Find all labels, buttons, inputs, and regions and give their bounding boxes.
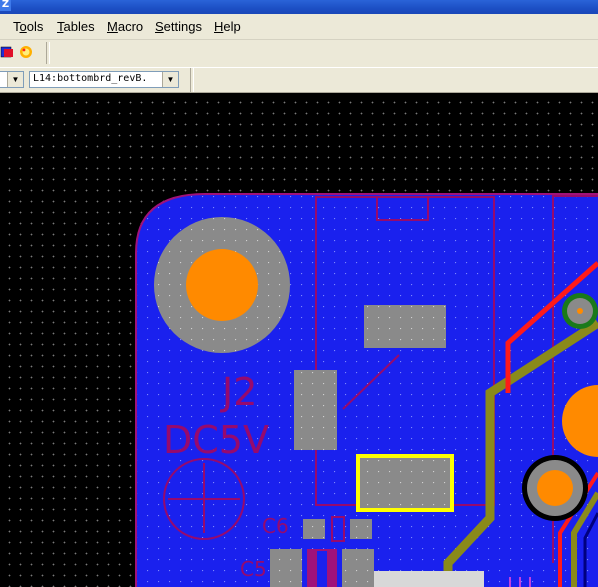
j2-pad-2 bbox=[294, 370, 337, 450]
j2-value-label: DC5V bbox=[163, 418, 269, 462]
menu-tables[interactable]: Tables bbox=[57, 19, 95, 34]
highlight-icon[interactable] bbox=[18, 44, 34, 60]
via-gray-drill bbox=[537, 470, 573, 506]
c5-pad-1 bbox=[270, 549, 302, 587]
main-toolbar bbox=[0, 40, 598, 68]
menu-tools[interactable]: Tools bbox=[13, 19, 43, 34]
color-palette-icon[interactable] bbox=[0, 44, 16, 60]
layer-toolbar: ▼ L14:bottombrd_revB. ▼ bbox=[0, 68, 598, 93]
mounting-hole-drill bbox=[186, 249, 258, 321]
j2-pad-1 bbox=[364, 305, 446, 348]
view-combo[interactable]: ▼ bbox=[0, 71, 24, 88]
app-icon: Z bbox=[0, 0, 11, 11]
layer-select-value: L14:bottombrd_revB. bbox=[33, 73, 148, 84]
menu-help-post: elp bbox=[223, 19, 241, 34]
menu-macro-mnemonic: M bbox=[107, 19, 118, 34]
j2-pad-3 bbox=[360, 458, 450, 508]
chevron-down-icon[interactable]: ▼ bbox=[7, 72, 23, 87]
c6-pad-1 bbox=[303, 519, 325, 539]
j2-reference-label: J2 bbox=[220, 370, 257, 414]
via-green-drill bbox=[577, 308, 583, 314]
chevron-down-icon[interactable]: ▼ bbox=[162, 72, 178, 87]
pcb-canvas[interactable]: J2 DC5V C6 C5 bbox=[0, 93, 598, 587]
pcb-board-view: J2 DC5V C6 C5 bbox=[135, 193, 598, 587]
toolbar-separator bbox=[46, 42, 50, 64]
c5-reference-label: C5 bbox=[240, 557, 267, 581]
layer-select[interactable]: L14:bottombrd_revB. ▼ bbox=[29, 71, 179, 88]
menu-settings[interactable]: Settings bbox=[155, 19, 202, 34]
toolbar-separator bbox=[190, 68, 194, 92]
menu-tools-post: ols bbox=[26, 19, 44, 34]
menu-macro-post: acro bbox=[117, 19, 144, 34]
c6-pad-2 bbox=[350, 519, 372, 539]
c6-reference-label: C6 bbox=[262, 514, 289, 538]
bottom-pad-strip-edge bbox=[484, 571, 488, 587]
menu-bar: Tools Tables Macro Settings Help bbox=[0, 14, 598, 40]
menu-settings-mnemonic: S bbox=[155, 19, 164, 34]
c5-pad-2 bbox=[342, 549, 374, 587]
menu-help[interactable]: Help bbox=[214, 19, 241, 34]
bottom-pad-strip bbox=[374, 571, 484, 587]
window-titlebar: Z bbox=[0, 0, 598, 14]
menu-help-mnemonic: H bbox=[214, 19, 224, 34]
menu-macro[interactable]: Macro bbox=[107, 19, 143, 34]
menu-tools-mnemonic: o bbox=[19, 19, 27, 34]
menu-tables-post: ables bbox=[63, 19, 95, 34]
c5-body-inner bbox=[317, 551, 327, 587]
menu-settings-post: ettings bbox=[163, 19, 202, 34]
